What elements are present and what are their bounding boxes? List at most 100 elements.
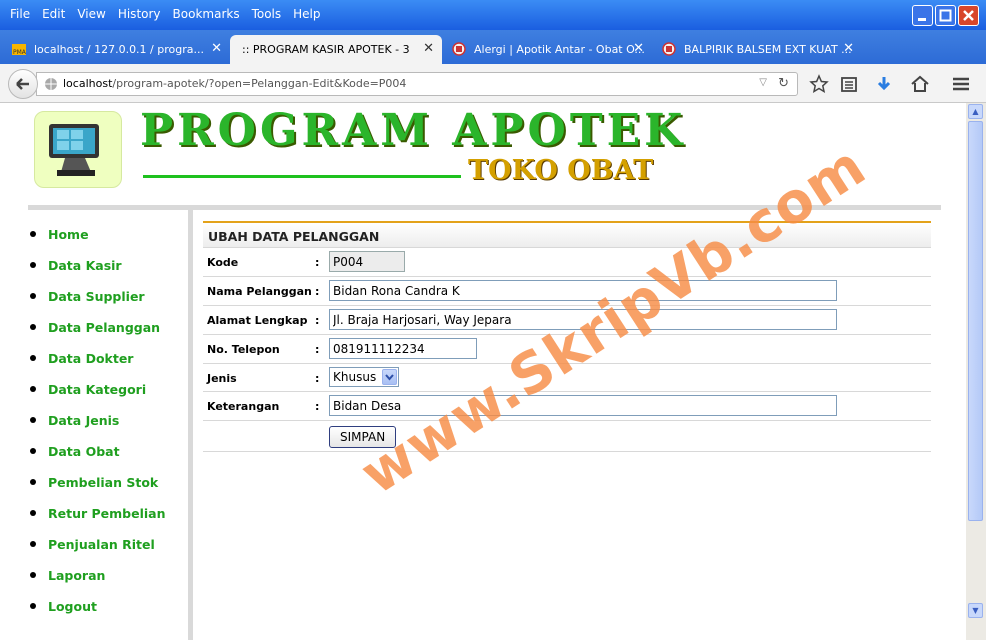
sidebar-item-data-pelanggan[interactable]: Data Pelanggan <box>28 317 160 337</box>
colon: : <box>315 256 320 269</box>
colon: : <box>315 343 320 356</box>
tab-close-icon[interactable]: ✕ <box>423 41 434 56</box>
vertical-scrollbar[interactable]: ▲ ▼ <box>966 103 986 640</box>
form-row-kode: Kode : <box>203 248 931 277</box>
bullet-icon <box>30 324 36 330</box>
scrollbar-thumb[interactable] <box>968 121 983 521</box>
sidebar-item-home[interactable]: Home <box>28 224 89 244</box>
tab-balpirik[interactable]: BALPIRIK BALSEM EXT KUAT ... ✕ <box>654 35 862 64</box>
download-icon[interactable] <box>874 74 894 94</box>
minimize-button[interactable] <box>912 5 933 26</box>
menu-view[interactable]: View <box>77 7 105 21</box>
back-button[interactable] <box>8 69 38 99</box>
home-icon[interactable] <box>910 74 930 94</box>
sidebar-link[interactable]: Pembelian Stok <box>48 475 158 490</box>
sidebar-item-penjualan-ritel[interactable]: Penjualan Ritel <box>28 534 155 554</box>
tab-alergi[interactable]: Alergi | Apotik Antar - Obat O... ✕ <box>444 35 652 64</box>
telepon-label: No. Telepon <box>207 343 280 356</box>
maximize-button[interactable] <box>935 5 956 26</box>
bullet-icon <box>30 603 36 609</box>
telepon-field[interactable] <box>329 338 477 359</box>
colon: : <box>315 400 320 413</box>
sidebar-item-data-kategori[interactable]: Data Kategori <box>28 379 146 399</box>
tab-close-icon[interactable]: ✕ <box>211 41 222 56</box>
logo-cash-register-icon <box>34 111 122 188</box>
bullet-icon <box>30 479 36 485</box>
bookmark-star-icon[interactable] <box>809 74 829 94</box>
sidebar-link[interactable]: Data Kasir <box>48 258 122 273</box>
close-window-button[interactable] <box>958 5 979 26</box>
bullet-icon <box>30 448 36 454</box>
url-dropdown-icon[interactable]: ▽ <box>759 77 767 88</box>
kode-label: Kode <box>207 256 239 269</box>
tab-close-icon[interactable]: ✕ <box>633 41 644 56</box>
nama-pelanggan-field[interactable] <box>329 280 837 301</box>
url-text: localhost/program-apotek/?open=Pelanggan… <box>63 77 407 90</box>
page-content: PROGRAM APOTEK TOKO OBAT Home Data Kasir… <box>0 103 966 640</box>
menu-file[interactable]: File <box>10 7 30 21</box>
tab-phpmyadmin[interactable]: PMA localhost / 127.0.0.1 / progra... ✕ <box>4 35 230 64</box>
keterangan-field[interactable] <box>329 395 837 416</box>
tab-label: :: PROGRAM KASIR APOTEK - 3 L... <box>242 43 412 56</box>
tab-close-icon[interactable]: ✕ <box>843 41 854 56</box>
menu-bookmarks[interactable]: Bookmarks <box>173 7 240 21</box>
sidebar-link[interactable]: Data Kategori <box>48 382 146 397</box>
chevron-down-icon[interactable] <box>382 369 397 385</box>
kode-field[interactable] <box>329 251 405 272</box>
form-row-nama: Nama Pelanggan : <box>203 277 931 306</box>
bullet-icon <box>30 355 36 361</box>
sidebar-item-laporan[interactable]: Laporan <box>28 565 105 585</box>
sidebar-item-data-obat[interactable]: Data Obat <box>28 441 120 461</box>
bullet-icon <box>30 262 36 268</box>
bullet-icon <box>30 572 36 578</box>
colon: : <box>315 372 320 385</box>
menubar: File Edit View History Bookmarks Tools H… <box>0 0 327 28</box>
tab-strip: PMA localhost / 127.0.0.1 / progra... ✕ … <box>0 30 986 87</box>
minimize-icon <box>918 18 926 21</box>
globe-icon <box>45 78 57 90</box>
tab-label: localhost / 127.0.0.1 / progra... <box>34 43 204 56</box>
back-arrow-icon <box>16 78 29 90</box>
bullet-icon <box>30 510 36 516</box>
form-row-submit: SIMPAN <box>203 421 931 452</box>
sidebar-link[interactable]: Penjualan Ritel <box>48 537 155 552</box>
menu-edit[interactable]: Edit <box>42 7 65 21</box>
menu-tools[interactable]: Tools <box>252 7 282 21</box>
sidebar-item-logout[interactable]: Logout <box>28 596 97 616</box>
sidebar-link[interactable]: Data Obat <box>48 444 120 459</box>
svg-text:PMA: PMA <box>13 49 26 56</box>
sidebar-link[interactable]: Data Pelanggan <box>48 320 160 335</box>
sidebar-link[interactable]: Laporan <box>48 568 105 583</box>
jenis-label: Jenis <box>207 372 237 385</box>
scroll-down-icon[interactable]: ▼ <box>968 603 983 618</box>
nama-label: Nama Pelanggan <box>207 285 312 298</box>
keterangan-label: Keterangan <box>207 400 280 413</box>
scroll-up-icon[interactable]: ▲ <box>968 104 983 119</box>
reading-list-icon[interactable] <box>839 74 859 94</box>
brand-subtitle: TOKO OBAT <box>468 155 654 186</box>
sidebar-item-data-dokter[interactable]: Data Dokter <box>28 348 133 368</box>
sidebar-link[interactable]: Home <box>48 227 89 242</box>
navigation-bar: localhost/program-apotek/?open=Pelanggan… <box>0 64 986 103</box>
menu-help[interactable]: Help <box>293 7 320 21</box>
colon: : <box>315 314 320 327</box>
brand-title: PROGRAM APOTEK <box>140 105 687 156</box>
sidebar-link[interactable]: Data Supplier <box>48 289 145 304</box>
sidebar-item-data-jenis[interactable]: Data Jenis <box>28 410 119 430</box>
sidebar-link[interactable]: Data Jenis <box>48 413 119 428</box>
sidebar-item-retur-pembelian[interactable]: Retur Pembelian <box>28 503 166 523</box>
jenis-select[interactable]: Khusus <box>329 367 399 387</box>
sidebar-item-data-supplier[interactable]: Data Supplier <box>28 286 145 306</box>
sidebar-item-data-kasir[interactable]: Data Kasir <box>28 255 122 275</box>
reload-icon[interactable]: ↻ <box>778 76 789 91</box>
page-icon <box>662 42 676 56</box>
url-bar[interactable]: localhost/program-apotek/?open=Pelanggan… <box>36 72 798 96</box>
page-icon <box>452 42 466 56</box>
menu-history[interactable]: History <box>118 7 161 21</box>
sidebar-link[interactable]: Data Dokter <box>48 351 133 366</box>
hamburger-menu-icon[interactable] <box>951 74 971 94</box>
tab-program-kasir[interactable]: :: PROGRAM KASIR APOTEK - 3 L... ✕ <box>230 35 442 64</box>
sidebar-item-pembelian-stok[interactable]: Pembelian Stok <box>28 472 158 492</box>
sidebar-link[interactable]: Logout <box>48 599 97 614</box>
sidebar-link[interactable]: Retur Pembelian <box>48 506 166 521</box>
